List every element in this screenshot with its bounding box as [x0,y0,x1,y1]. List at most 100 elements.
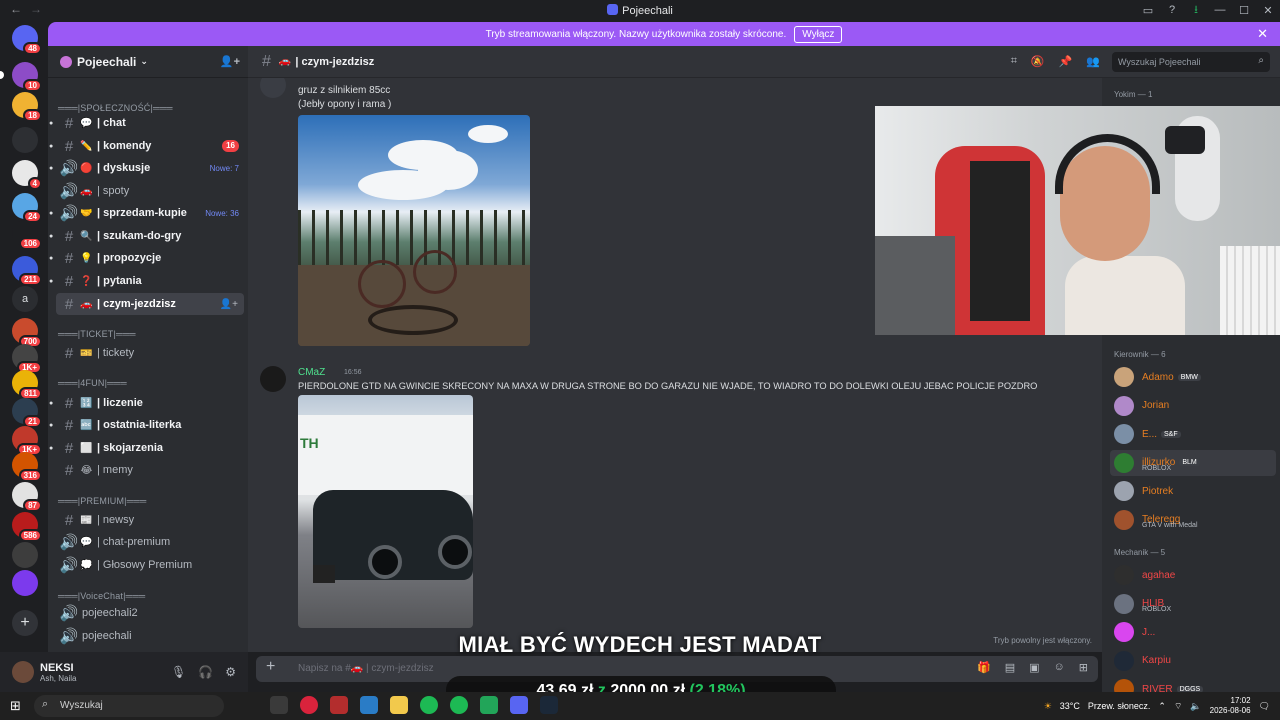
spotify-icon[interactable] [450,696,468,714]
spotify-icon[interactable] [420,696,438,714]
windows-start-icon[interactable]: ⊞ [10,698,21,714]
member-item[interactable]: agahae [1110,562,1276,588]
message-avatar[interactable] [260,366,286,392]
user-avatar[interactable] [12,661,34,683]
add-attachment-icon[interactable]: + [266,658,275,676]
channel-item[interactable]: # 🚗 | czym-jezdzisz 👤+ [56,293,244,315]
server-icon[interactable]: 1K+ [12,344,42,374]
app-icon[interactable] [480,696,498,714]
discord-icon[interactable] [510,696,528,714]
opera-icon[interactable] [300,696,318,714]
category-ticket[interactable]: ═══|TICKET|═══ [58,329,136,339]
server-icon[interactable]: 18 [12,92,42,122]
pin-icon[interactable]: 📌 [1059,55,1073,68]
channel-item[interactable]: ● # 🔢 | liczenie [49,392,244,414]
server-icon[interactable]: 316 [12,452,42,482]
server-icon[interactable]: 586 [12,512,42,542]
edge-icon[interactable] [360,696,378,714]
gif-icon[interactable]: ▤ [1005,661,1015,674]
steam-icon[interactable] [540,696,558,714]
channel-item[interactable]: # 😂 | memy [56,459,244,481]
channel-item[interactable]: # 📰 | newsy [56,509,244,531]
apps-icon[interactable]: ⊞ [1079,661,1088,674]
invite-icon[interactable]: 👤+ [220,299,238,310]
channel-item[interactable]: ● # 💬 | chat [49,112,244,134]
server-icon[interactable]: a [12,286,38,312]
message-avatar[interactable] [260,78,286,98]
server-icon[interactable] [12,127,38,153]
threads-icon[interactable]: ⌗ [1011,55,1017,68]
channel-item[interactable]: ● # ⬜ | skojarzenia [49,437,244,459]
server-icon[interactable]: 4 [12,160,42,190]
member-item[interactable]: Jorian [1110,393,1276,419]
channel-item[interactable]: # 🎫 | tickety [56,342,244,364]
channel-item[interactable]: 🔊 💬 | chat-premium [56,531,244,553]
server-icon[interactable] [12,542,38,568]
car-photo[interactable]: TH [298,395,473,628]
channel-item[interactable]: ● # ✏️ | komendy 16 [49,135,244,157]
channel-item[interactable]: ● # ❓ | pytania [49,270,244,292]
search-input[interactable]: Wyszukaj Pojeechali ⌕ [1112,52,1270,72]
member-item[interactable]: HLIB ROBLOX [1110,591,1276,617]
task-view-icon[interactable] [270,696,288,714]
disable-streamer-mode-button[interactable]: Wyłącz [794,25,843,43]
channel-item[interactable]: 🔊 pojeechali2 [56,602,244,624]
member-list-icon[interactable]: 👥 [1086,55,1100,68]
unread-indicator-icon: ● [49,142,54,150]
member-item[interactable]: Teleregg GTA V with Medal [1110,507,1276,533]
bicycle-photo[interactable] [298,115,530,346]
server-icon[interactable]: 48 [12,25,42,55]
server-icon[interactable]: 10 [0,62,42,92]
category-voice[interactable]: ═══|VoiceChat|═══ [58,591,145,601]
channel-item[interactable]: ● 🔊 🔴 | dyskusje Nowe: 7 [49,157,244,179]
server-icon[interactable]: 24 [12,193,42,223]
settings-gear-icon[interactable]: ⚙ [225,665,236,679]
category-fun[interactable]: ═══|4FUN|═══ [58,378,127,388]
download-icon[interactable]: ⭳ [1184,1,1208,20]
invite-people-icon[interactable]: 👤+ [220,55,240,68]
server-icon[interactable]: 21 [12,398,42,428]
server-icon[interactable]: 106 [12,220,42,250]
server-icon[interactable]: 87 [12,482,42,512]
inbox-icon[interactable]: ▭ [1136,4,1160,17]
server-icon[interactable]: 1K+ [12,426,42,456]
maximize-icon[interactable]: ☐ [1232,4,1256,17]
file-explorer-icon[interactable] [390,696,408,714]
member-item[interactable]: Adamo BMW [1110,364,1276,390]
new-messages-badge: Nowe: 7 [209,163,239,173]
member-item[interactable]: illizurko BLM ROBLOX [1110,449,1276,476]
app-icon[interactable] [330,696,348,714]
server-icon[interactable]: 700 [12,318,42,348]
network-icon[interactable]: ⌔ [1174,701,1182,712]
channel-item[interactable]: 🔊 🚗 | spoty [56,180,244,202]
notifications-muted-icon[interactable]: 🔕 [1031,55,1045,68]
microphone-icon[interactable]: 🎙 [171,665,186,679]
minimize-icon[interactable]: — [1208,4,1232,16]
clock[interactable]: 17:02 2026-08-06 [1210,696,1251,716]
taskbar-search[interactable]: ⌕ Wyszukaj [34,695,224,717]
server-icon[interactable]: 811 [12,370,42,400]
help-icon[interactable]: ? [1160,4,1184,16]
tray-chevron-icon[interactable]: ⌃ [1158,701,1166,712]
channel-item[interactable]: 🔊 💭 | Głosowy Premium [56,554,244,576]
server-header[interactable]: Pojeechali ⌄ 👤+ [48,46,248,78]
volume-icon[interactable]: 🔈 [1190,701,1201,712]
channel-item[interactable]: ● 🔊 🤝 | sprzedam-kupie Nowe: 36 [49,202,244,224]
channel-item[interactable]: ● # 🔤 | ostatnia-literka [49,414,244,436]
notifications-icon[interactable]: 🗨 [1259,701,1270,712]
gift-icon[interactable]: 🎁 [977,661,991,674]
member-name: Piotrek [1142,485,1174,497]
category-premium[interactable]: ═══|PREMIUM|═══ [58,496,146,506]
channel-item[interactable]: ● # 🔍 | szukam-do-gry [49,225,244,247]
server-icon[interactable]: 211 [12,256,42,286]
emoji-icon[interactable]: ☺ [1054,661,1065,674]
close-banner-icon[interactable]: ✕ [1257,26,1268,42]
headphones-icon[interactable]: 🎧 [198,665,213,679]
sticker-icon[interactable]: ▣ [1029,661,1039,674]
server-icon[interactable] [12,570,38,596]
message-author[interactable]: CMaZ [298,367,325,378]
member-item[interactable]: Piotrek [1110,478,1276,504]
channel-item[interactable]: ● # 💡 | propozycje [49,247,244,269]
close-icon[interactable]: ✕ [1256,4,1280,17]
member-item[interactable]: E... S&F [1110,421,1276,447]
